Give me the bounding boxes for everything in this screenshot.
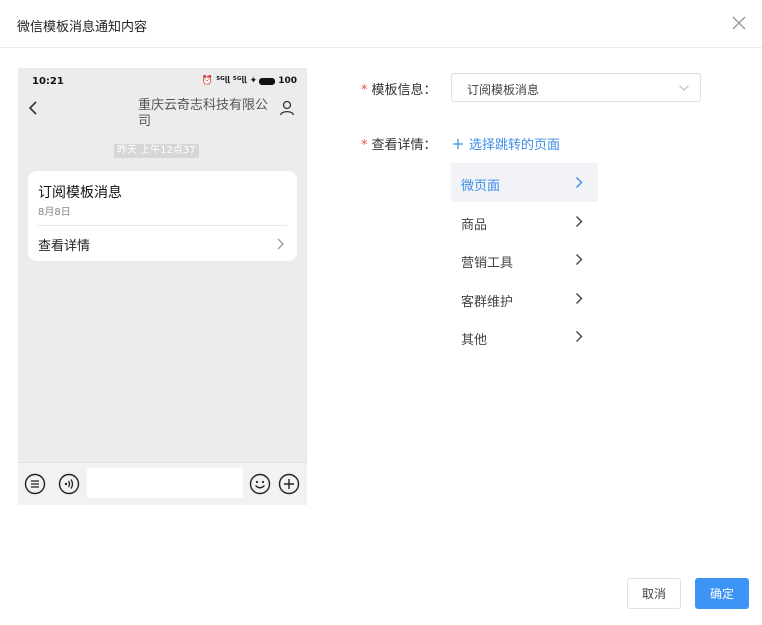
profile-icon[interactable]	[279, 100, 295, 116]
status-bar: 10:21 ⏰ ⁵ᴳ𝗅𝗅 ⁵ᴳ𝗅𝗅 ✦ 100	[18, 68, 307, 92]
plus-circle-icon[interactable]	[278, 473, 300, 495]
message-date: 8月8日	[38, 207, 71, 218]
chat-input-bar	[18, 462, 307, 505]
chevron-right-icon	[576, 331, 583, 343]
menu-item-customer-care[interactable]: 客群维护	[451, 279, 598, 318]
menu-item-marketing-tools[interactable]: 营销工具	[451, 240, 598, 279]
message-detail-link[interactable]: 查看详情	[38, 235, 90, 254]
battery-icon	[259, 77, 276, 85]
select-page-link[interactable]: 选择跳转的页面	[452, 134, 560, 153]
chevron-right-icon	[576, 254, 583, 266]
dialog-header: 微信模板消息通知内容	[0, 0, 762, 48]
menu-item-label: 其他	[461, 333, 488, 349]
chevron-right-icon	[277, 238, 284, 250]
dialog-title: 微信模板消息通知内容	[17, 20, 148, 35]
menu-item-micro-page[interactable]: 微页面	[451, 163, 598, 202]
required-mark: *	[361, 138, 368, 153]
menu-item-label: 微页面	[461, 179, 501, 194]
chevron-down-icon	[679, 85, 689, 91]
required-mark: *	[361, 83, 368, 98]
status-time: 10:21	[32, 76, 64, 87]
chat-text-input[interactable]	[87, 468, 243, 498]
chat-title: 重庆云奇志科技有限公司	[138, 98, 269, 129]
menu-list-icon[interactable]	[24, 473, 46, 495]
phone-preview: 10:21 ⏰ ⁵ᴳ𝗅𝗅 ⁵ᴳ𝗅𝗅 ✦ 100 重庆云奇志科技有限公司 昨天 上…	[18, 68, 307, 505]
chevron-right-icon	[576, 292, 583, 304]
voice-icon[interactable]	[58, 473, 80, 495]
chevron-right-icon	[576, 177, 583, 188]
menu-item-label: 客群维护	[461, 294, 514, 310]
chevron-right-icon	[576, 215, 583, 227]
battery-level: 100	[278, 76, 297, 86]
time-tag: 昨天 上午12点37	[114, 144, 199, 158]
close-icon[interactable]	[730, 14, 748, 32]
signal-icons: ⏰ ⁵ᴳ𝗅𝗅 ⁵ᴳ𝗅𝗅 ✦	[201, 76, 258, 86]
template-select-value: 订阅模板消息	[467, 83, 540, 97]
message-divider	[38, 225, 287, 226]
page-type-menu: 微页面 商品 营销工具 客群维护 其他	[451, 163, 598, 356]
template-select[interactable]: 订阅模板消息	[451, 73, 701, 102]
cancel-button[interactable]: 取消	[627, 578, 681, 609]
template-info-label: * 模板信息：	[361, 83, 437, 98]
plus-icon	[453, 138, 463, 149]
menu-item-label: 商品	[461, 217, 488, 233]
menu-item-goods[interactable]: 商品	[451, 202, 598, 241]
view-detail-label: * 查看详情：	[361, 138, 437, 153]
message-card[interactable]: 订阅模板消息 8月8日 查看详情	[28, 171, 297, 261]
select-page-label: 选择跳转的页面	[469, 138, 561, 153]
message-title: 订阅模板消息	[38, 185, 122, 201]
back-icon[interactable]	[26, 100, 40, 116]
menu-item-other[interactable]: 其他	[451, 317, 598, 356]
status-icons: ⏰ ⁵ᴳ𝗅𝗅 ⁵ᴳ𝗅𝗅 ✦ 100	[202, 76, 297, 86]
emoji-icon[interactable]	[249, 473, 271, 495]
menu-item-label: 营销工具	[461, 256, 514, 272]
confirm-button[interactable]: 确定	[695, 578, 749, 609]
